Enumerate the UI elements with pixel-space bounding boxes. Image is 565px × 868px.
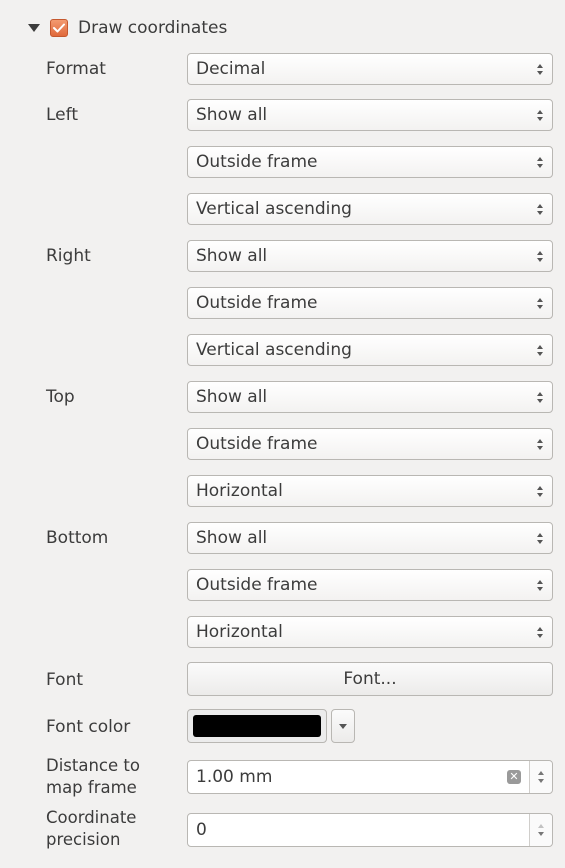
right-position-combo[interactable]: Outside frame	[187, 287, 553, 319]
distance-spinbox[interactable]: 1.00 mm ✕	[187, 760, 553, 794]
right-position-value: Outside frame	[196, 293, 318, 313]
top-direction-combo[interactable]: Horizontal	[187, 475, 553, 507]
font-button[interactable]: Font...	[187, 662, 553, 696]
spin-down-icon[interactable]	[538, 779, 544, 783]
format-label: Format	[46, 59, 106, 79]
top-label: Top	[46, 387, 75, 407]
precision-value: 0	[196, 820, 207, 840]
spin-up-icon[interactable]	[538, 824, 544, 828]
font-color-label: Font color	[46, 717, 131, 737]
draw-coordinates-checkbox[interactable]	[50, 19, 68, 37]
font-button-label: Font...	[343, 669, 397, 689]
bottom-direction-combo[interactable]: Horizontal	[187, 616, 553, 648]
right-show-value: Show all	[196, 246, 268, 266]
bottom-position-combo[interactable]: Outside frame	[187, 569, 553, 601]
left-label: Left	[46, 105, 78, 125]
precision-label: Coordinate precision	[46, 807, 136, 851]
bottom-label: Bottom	[46, 528, 109, 548]
bottom-show-combo[interactable]: Show all	[187, 522, 553, 554]
top-position-value: Outside frame	[196, 434, 318, 454]
distance-label-line2: map frame	[46, 778, 137, 797]
clear-icon[interactable]: ✕	[507, 770, 521, 784]
font-color-dropdown[interactable]	[331, 709, 355, 743]
format-value: Decimal	[196, 59, 266, 79]
combo-arrows-icon	[528, 523, 552, 553]
top-direction-value: Horizontal	[196, 481, 283, 501]
format-combo[interactable]: Decimal	[187, 53, 553, 85]
combo-arrows-icon	[528, 335, 552, 365]
combo-arrows-icon	[528, 570, 552, 600]
spin-down-icon[interactable]	[538, 832, 544, 836]
left-show-combo[interactable]: Show all	[187, 99, 553, 131]
precision-spinbox[interactable]: 0	[187, 813, 553, 847]
font-label: Font	[46, 670, 84, 690]
right-direction-value: Vertical ascending	[196, 340, 352, 360]
bottom-position-value: Outside frame	[196, 575, 318, 595]
combo-arrows-icon	[528, 429, 552, 459]
top-show-value: Show all	[196, 387, 268, 407]
group-title: Draw coordinates	[78, 18, 228, 38]
bottom-show-value: Show all	[196, 528, 268, 548]
font-color-button[interactable]	[187, 709, 327, 743]
spin-up-icon[interactable]	[538, 771, 544, 775]
distance-spin-buttons[interactable]	[529, 761, 552, 793]
combo-arrows-icon	[528, 382, 552, 412]
precision-spin-buttons[interactable]	[529, 814, 552, 846]
distance-value: 1.00 mm	[196, 767, 273, 787]
top-position-combo[interactable]: Outside frame	[187, 428, 553, 460]
combo-arrows-icon	[528, 147, 552, 177]
combo-arrows-icon	[528, 194, 552, 224]
draw-coordinates-group-header[interactable]: Draw coordinates	[28, 14, 227, 42]
combo-arrows-icon	[528, 241, 552, 271]
right-show-combo[interactable]: Show all	[187, 240, 553, 272]
checkmark-icon	[53, 23, 65, 33]
top-show-combo[interactable]: Show all	[187, 381, 553, 413]
combo-arrows-icon	[528, 54, 552, 84]
left-show-value: Show all	[196, 105, 268, 125]
left-position-value: Outside frame	[196, 152, 318, 172]
combo-arrows-icon	[528, 476, 552, 506]
right-direction-combo[interactable]: Vertical ascending	[187, 334, 553, 366]
left-position-combo[interactable]: Outside frame	[187, 146, 553, 178]
combo-arrows-icon	[528, 617, 552, 647]
right-label: Right	[46, 246, 91, 266]
distance-label-line1: Distance to	[46, 756, 140, 775]
collapse-arrow-icon[interactable]	[28, 24, 40, 32]
combo-arrows-icon	[528, 100, 552, 130]
combo-arrows-icon	[528, 288, 552, 318]
precision-label-line2: precision	[46, 830, 121, 849]
left-direction-combo[interactable]: Vertical ascending	[187, 193, 553, 225]
distance-label: Distance to map frame	[46, 755, 140, 799]
draw-coordinates-panel: Draw coordinates Format Decimal Left Sho…	[0, 0, 565, 868]
precision-label-line1: Coordinate	[46, 808, 137, 827]
color-swatch	[193, 715, 321, 737]
left-direction-value: Vertical ascending	[196, 199, 352, 219]
bottom-direction-value: Horizontal	[196, 622, 283, 642]
chevron-down-icon	[339, 723, 347, 729]
